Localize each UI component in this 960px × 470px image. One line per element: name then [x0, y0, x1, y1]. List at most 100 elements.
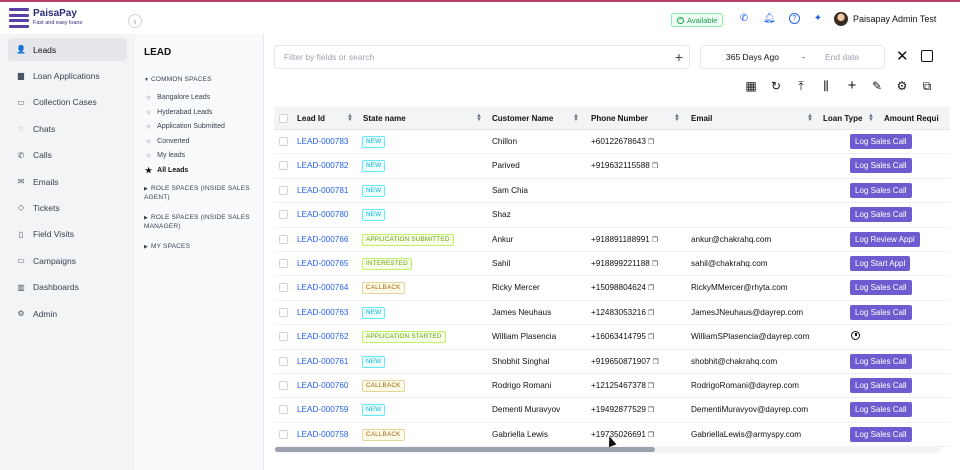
- select-all-checkbox[interactable]: [279, 114, 288, 123]
- date-to[interactable]: End date: [825, 52, 859, 62]
- column-lead-id[interactable]: Lead Id: [297, 114, 325, 123]
- star-icon[interactable]: ★: [145, 122, 152, 131]
- lead-id-link[interactable]: LEAD-000758: [297, 430, 348, 439]
- horizontal-scrollbar[interactable]: [274, 446, 940, 453]
- space-item[interactable]: ★ All Leads: [145, 166, 188, 175]
- sidebar-item-dashboards[interactable]: ▥ Dashboards: [8, 276, 127, 299]
- collapse-sidebar-button[interactable]: ‹: [128, 14, 142, 28]
- table-row[interactable]: LEAD-000761 NEW Shobhit Singhal +9196508719…: [274, 350, 950, 374]
- columns-icon[interactable]: ⫼: [819, 80, 833, 92]
- sliders-icon[interactable]: ⧉: [920, 80, 934, 92]
- date-from[interactable]: 365 Days Ago: [726, 52, 779, 62]
- row-checkbox[interactable]: [279, 332, 288, 342]
- table-row[interactable]: LEAD-000765 INTERESTED Sahil +918899221188 ❐…: [274, 252, 950, 277]
- star-icon[interactable]: ★: [145, 166, 152, 175]
- lead-id-link[interactable]: LEAD-000783: [297, 137, 348, 146]
- action-button[interactable]: Log Sales Call: [850, 134, 912, 149]
- lead-id-link[interactable]: LEAD-000764: [297, 283, 348, 292]
- copy-icon[interactable]: ❐: [652, 236, 658, 244]
- phone-icon[interactable]: ✆: [738, 13, 750, 25]
- action-button[interactable]: Log Sales Call: [850, 402, 912, 418]
- sort-icon[interactable]: ▲ ▼: [807, 113, 813, 123]
- row-checkbox[interactable]: [279, 429, 288, 439]
- star-icon[interactable]: ★: [145, 93, 152, 102]
- table-row[interactable]: LEAD-000780 NEW Shaz Log Sales Call: [274, 203, 950, 228]
- table-row[interactable]: LEAD-000781 NEW Sam Chia Log Sales Call: [274, 179, 950, 204]
- table-row[interactable]: LEAD-000762 APPLICATION STARTED William Pl…: [274, 325, 950, 350]
- table-row[interactable]: LEAD-000766 APPLICATION SUBMITTED Ankur +91…: [274, 228, 950, 252]
- date-range-picker[interactable]: 365 Days Ago - End date: [700, 45, 885, 69]
- refresh-icon[interactable]: ↻: [769, 80, 783, 92]
- space-item[interactable]: ★ Hyderabad Leads: [145, 108, 212, 117]
- magic-wand-icon[interactable]: ✦: [812, 13, 824, 25]
- user-name[interactable]: Paisapay Admin Test: [853, 14, 936, 24]
- lead-id-link[interactable]: LEAD-000759: [297, 405, 348, 414]
- filter-input[interactable]: Filter by fields or search +: [274, 45, 690, 69]
- settings-icon[interactable]: ⚙: [895, 80, 909, 92]
- sidebar-item-emails[interactable]: ✉ Emails: [8, 170, 127, 193]
- lead-id-link[interactable]: LEAD-000761: [297, 357, 348, 366]
- space-item[interactable]: ★ Application Submitted: [145, 122, 225, 131]
- row-checkbox[interactable]: [279, 234, 288, 244]
- action-button[interactable]: Log Sales Call: [850, 280, 912, 296]
- availability-status[interactable]: ✓ Available: [671, 13, 724, 27]
- row-checkbox[interactable]: [279, 185, 288, 195]
- column-phone-number[interactable]: Phone Number: [591, 114, 648, 123]
- lead-id-link[interactable]: LEAD-000780: [297, 210, 348, 219]
- row-checkbox[interactable]: [279, 307, 288, 317]
- column-email[interactable]: Email: [691, 114, 712, 123]
- row-checkbox[interactable]: [279, 283, 288, 293]
- lead-id-link[interactable]: LEAD-000760: [297, 381, 348, 390]
- action-button[interactable]: Log Sales Call: [850, 182, 912, 198]
- help-icon[interactable]: ?: [789, 13, 800, 24]
- table-row[interactable]: LEAD-000763 NEW James Neuhaus +12483053216 ❐…: [274, 301, 950, 326]
- action-button[interactable]: Log Sales Call: [850, 426, 912, 442]
- role-spaces-agent-header[interactable]: ▶ ROLE SPACES (INSIDE SALES AGENT): [144, 185, 262, 203]
- bell-icon[interactable]: 🔔︎: [763, 13, 776, 25]
- action-button[interactable]: Log Sales Call: [850, 378, 912, 393]
- table-row[interactable]: LEAD-000782 NEW Parived +919632115588 ❐ Log S…: [274, 154, 950, 179]
- sidebar-item-tickets[interactable]: ◇ Tickets: [8, 196, 127, 219]
- lead-id-link[interactable]: LEAD-000766: [297, 235, 348, 244]
- sort-icon[interactable]: ▲ ▼: [476, 113, 482, 123]
- sidebar-item-field-visits[interactable]: ▯ Field Visits: [8, 223, 127, 246]
- lead-id-link[interactable]: LEAD-000782: [297, 161, 348, 170]
- sort-icon[interactable]: ▲ ▼: [868, 113, 874, 123]
- copy-icon[interactable]: ❐: [648, 333, 654, 341]
- sort-icon[interactable]: ▲ ▼: [674, 113, 680, 123]
- upload-icon[interactable]: ⤒: [794, 80, 808, 92]
- copy-icon[interactable]: ❐: [648, 406, 654, 414]
- table-row[interactable]: LEAD-000764 CALLBACK Ricky Mercer +15098804…: [274, 276, 950, 301]
- row-checkbox[interactable]: [279, 137, 288, 146]
- table-row[interactable]: LEAD-000759 NEW Dementi Muravyov +194928775…: [274, 398, 950, 423]
- action-button[interactable]: Log Review Appl: [850, 231, 920, 247]
- avatar[interactable]: [834, 12, 848, 26]
- column-customer-name[interactable]: Customer Name: [492, 114, 553, 123]
- column-loan-type[interactable]: Loan Type: [823, 114, 862, 123]
- action-button[interactable]: Log Sales Call: [850, 304, 912, 320]
- table-icon[interactable]: ▦: [744, 80, 758, 92]
- copy-icon[interactable]: ❐: [652, 358, 658, 366]
- my-spaces-header[interactable]: ▶ MY SPACES: [144, 243, 190, 252]
- action-button[interactable]: Log Start Appl: [850, 256, 911, 271]
- column-state-name[interactable]: State name: [363, 114, 406, 123]
- copy-icon[interactable]: ❐: [652, 260, 658, 268]
- row-checkbox[interactable]: [279, 210, 288, 220]
- action-button[interactable]: Log Sales Call: [850, 158, 912, 174]
- sidebar-item-collection-cases[interactable]: ▭ Collection Cases: [8, 91, 127, 114]
- copy-icon[interactable]: ❐: [648, 431, 654, 439]
- row-checkbox[interactable]: [279, 161, 288, 171]
- sidebar-item-chats[interactable]: ◌ Chats: [8, 117, 127, 140]
- space-item[interactable]: ★ Bangalore Leads: [145, 93, 210, 102]
- scrollbar-thumb[interactable]: [275, 447, 655, 452]
- add-icon[interactable]: +: [845, 78, 859, 93]
- role-spaces-manager-header[interactable]: ▶ ROLE SPACES (INSIDE SALES MANAGER): [144, 214, 262, 232]
- star-icon[interactable]: ★: [145, 108, 152, 117]
- row-checkbox[interactable]: [279, 356, 288, 366]
- sidebar-item-campaigns[interactable]: ▭ Campaigns: [8, 249, 127, 272]
- lead-id-link[interactable]: LEAD-000762: [297, 332, 348, 341]
- column-amount-requested[interactable]: Amount Requi: [884, 114, 939, 123]
- action-button[interactable]: Log Sales Call: [850, 353, 912, 369]
- sidebar-item-loan-applications[interactable]: ▆ Loan Applications: [8, 64, 127, 87]
- sort-icon[interactable]: ▲ ▼: [573, 113, 579, 123]
